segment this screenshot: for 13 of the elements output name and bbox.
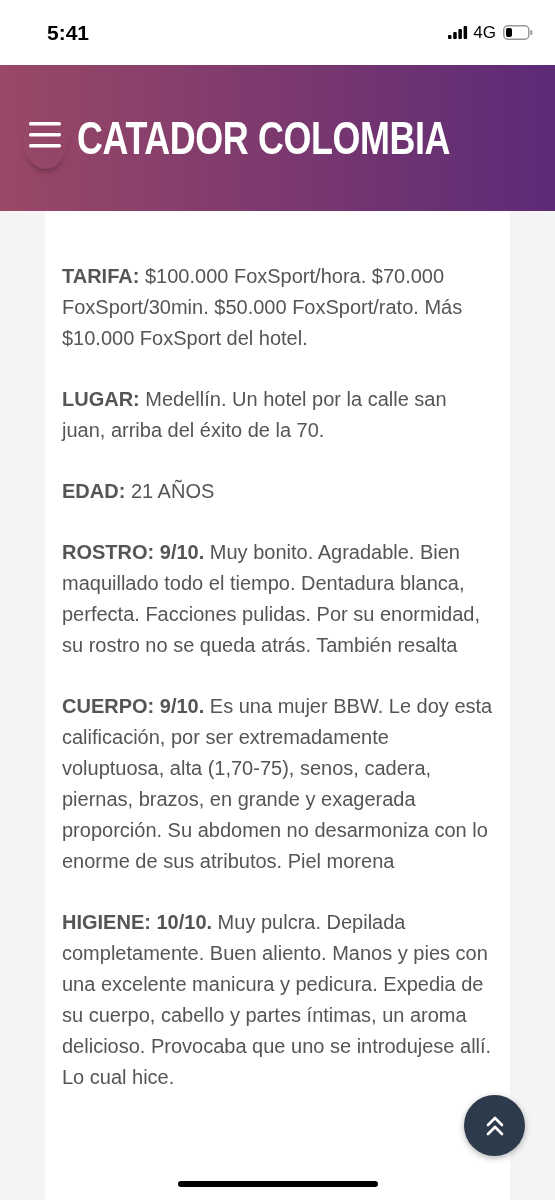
signal-icon bbox=[448, 26, 469, 39]
double-chevron-up-icon bbox=[485, 1115, 504, 1136]
review-paragraph: ROSTRO: 9/10. Muy bonito. Agradable. Bien maquillado todo el tiempo. Dentadura blanca, perfecta. Facciones pulidas. Por su enormidad, su rostro no se queda atrás. También resalta bbox=[62, 540, 481, 658]
network-label: 4G bbox=[473, 22, 496, 43]
review-paragraph: TARIFA: $100.000 FoxSport/hora. $70.000 FoxSport/30min. $50.000 FoxSport/rato. Más $10.000 FoxSport del hotel. bbox=[62, 264, 464, 351]
battery-icon bbox=[503, 25, 533, 40]
review-paragraph: HIGIENE: 10/10. Muy pulcra. Depilada completamente. Buen aliento. Manos y pies con una excelente manicura y pedicura. Expedia de su cuerpo, cabello y partes íntimas, un aroma delicioso. Provocaba que uno se introdujese allí. Lo cual hice. bbox=[62, 910, 493, 1090]
review-paragraph: CUERPO: 9/10. Es una mujer BBW. Le doy esta calificación, por ser extremadamente voluptuosa, alta (1,70-75), senos, cadera, piernas, brazos, en grande y exagerada proporción. Su abdomen no desarmoniza con lo enorme de sus atributos. Piel morena bbox=[62, 694, 494, 874]
site-title[interactable]: CATADOR COLOMBIA bbox=[76, 111, 450, 165]
menu-icon bbox=[29, 122, 62, 148]
status-time: 5:41 bbox=[47, 20, 90, 45]
review-paragraph: EDAD: 21 AÑOS bbox=[62, 478, 216, 504]
review-paragraph: LUGAR: Medellín. Un hotel por la calle san juan, arriba del éxito de la 70. bbox=[62, 387, 448, 443]
